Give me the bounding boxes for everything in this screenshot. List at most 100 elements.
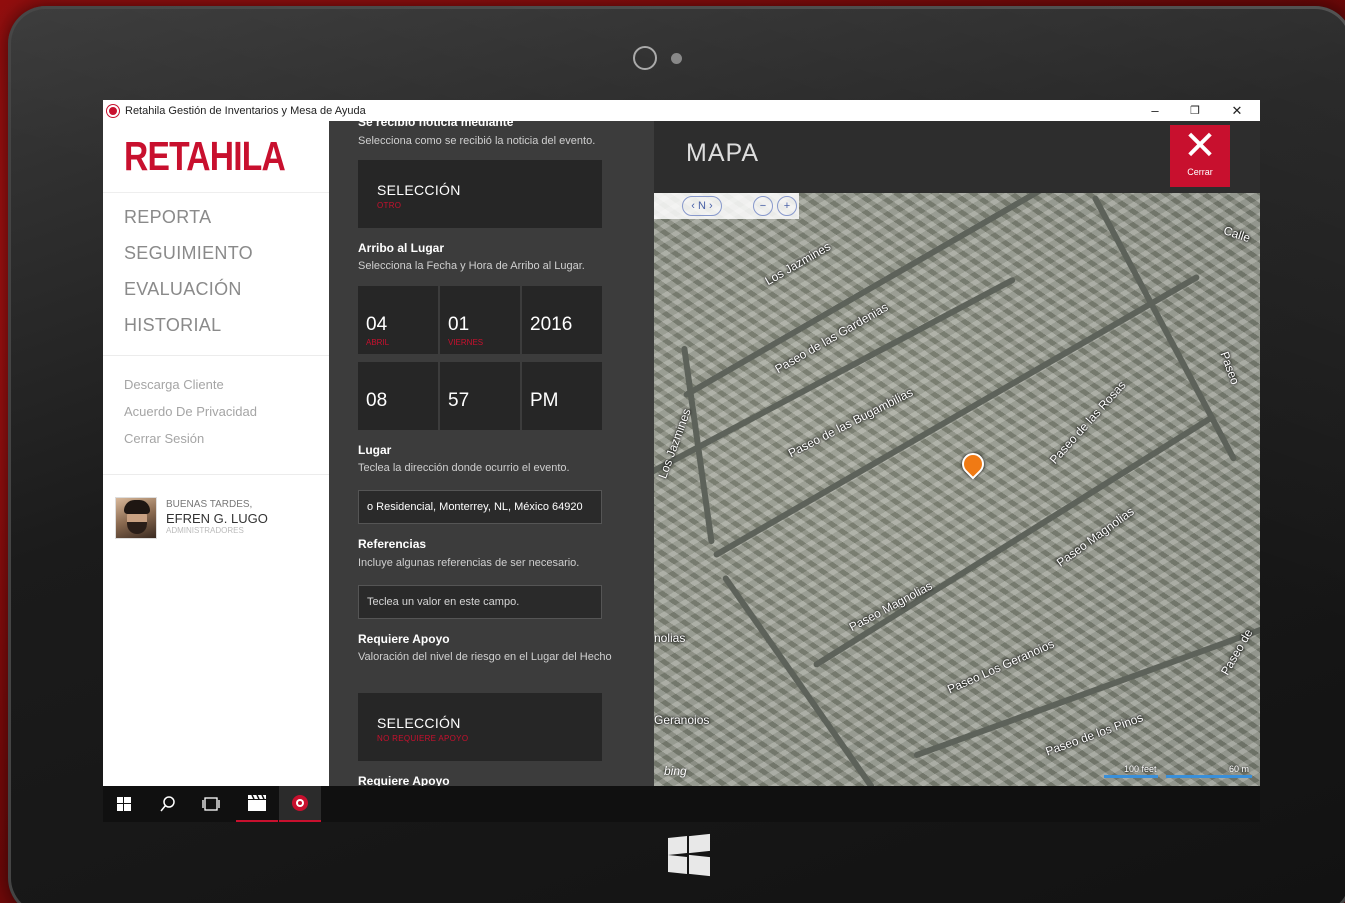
app-icon xyxy=(107,104,119,117)
section-title: Requiere Apoyo xyxy=(358,774,450,786)
street-label: Paseo de las Rosas xyxy=(1046,377,1129,467)
date-value: 01 xyxy=(448,314,470,335)
bing-logo: bing xyxy=(664,764,687,778)
section-description: Incluye algunas referencias de ser neces… xyxy=(358,557,580,569)
month-name: ABRIL xyxy=(366,338,390,347)
section-description: Selecciona la Fecha y Hora de Arribo al … xyxy=(358,260,585,272)
scale-feet-label: 100 feet xyxy=(1124,764,1157,774)
nav-item-evaluacion[interactable]: EVALUACIÓN xyxy=(124,275,253,311)
location-pin-icon[interactable] xyxy=(957,448,989,480)
noticia-select[interactable]: SELECCIÓN OTRO xyxy=(358,160,602,228)
window-title: Retahila Gestión de Inventarios y Mesa d… xyxy=(125,104,366,117)
close-icon: ✕ xyxy=(1183,124,1217,168)
date-picker[interactable]: 01 VIERNES xyxy=(440,286,520,354)
windows-home-button[interactable] xyxy=(668,833,710,877)
clapperboard-icon[interactable] xyxy=(236,786,278,822)
day-value: 04 xyxy=(366,314,388,335)
year-value: 2016 xyxy=(530,314,573,335)
map-panel: MAPA ✕ Cerrar Los Jazmines Paseo de las … xyxy=(654,121,1260,786)
zoom-in-icon[interactable]: + xyxy=(777,196,797,216)
divider xyxy=(103,474,329,475)
map-title: MAPA xyxy=(686,139,759,167)
user-name: EFREN G. LUGO xyxy=(166,511,268,526)
references-input[interactable]: Teclea un valor en este campo. xyxy=(358,585,602,619)
retahila-logo[interactable]: RETAHILA xyxy=(124,133,286,180)
street-label: Los Jazmines xyxy=(655,406,694,481)
user-card[interactable]: BUENAS TARDES, EFREN G. LUGO ADMINISTRAD… xyxy=(115,497,268,539)
street-label: Paseo Magnolias xyxy=(846,578,935,635)
close-label: Cerrar xyxy=(1187,167,1213,177)
windows-icon[interactable] xyxy=(103,786,145,822)
nav-item-reporta[interactable]: REPORTA xyxy=(124,203,253,239)
section-title: Requiere Apoyo xyxy=(358,632,450,646)
map-road xyxy=(812,414,1215,669)
street-label: Paseo de los Pinos xyxy=(1043,710,1145,759)
address-input[interactable]: o Residencial, Monterrey, NL, México 649… xyxy=(358,490,602,524)
ampm-picker[interactable]: PM xyxy=(522,362,602,430)
compass-icon[interactable]: ‹ N › xyxy=(682,196,722,216)
minute-picker[interactable]: 57 xyxy=(440,362,520,430)
minute-value: 57 xyxy=(448,390,470,411)
sidebar-links: Descarga Cliente Acuerdo De Privacidad C… xyxy=(124,375,257,456)
sidebar-header: RETAHILA xyxy=(103,121,329,193)
link-descarga-cliente[interactable]: Descarga Cliente xyxy=(124,375,257,402)
user-greeting: BUENAS TARDES, xyxy=(166,499,253,510)
sidebar: RETAHILA REPORTA SEGUIMIENTO EVALUACIÓN … xyxy=(103,121,329,786)
scale-meters-label: 60 m xyxy=(1229,764,1250,774)
nav-item-historial[interactable]: HISTORIAL xyxy=(124,311,253,347)
close-map-button[interactable]: ✕ Cerrar xyxy=(1170,125,1230,187)
section-description: Selecciona como se recibió la noticia de… xyxy=(358,135,596,147)
ampm-value: PM xyxy=(530,390,559,411)
avatar xyxy=(115,497,157,539)
retahila-app-icon[interactable] xyxy=(279,786,321,822)
section-title: Se recibió noticia mediante xyxy=(358,121,514,129)
window-titlebar: Retahila Gestión de Inventarios y Mesa d… xyxy=(103,100,1260,121)
street-label: Los Jazmines xyxy=(762,239,834,289)
map-road xyxy=(681,345,715,545)
street-label: Paseo Magnolias xyxy=(1053,504,1137,570)
nav-item-seguimiento[interactable]: SEGUIMIENTO xyxy=(124,239,253,275)
search-icon[interactable] xyxy=(147,786,189,822)
hour-value: 08 xyxy=(366,390,388,411)
link-acuerdo-privacidad[interactable]: Acuerdo De Privacidad xyxy=(124,402,257,429)
map-road xyxy=(682,193,1136,399)
section-title: Lugar xyxy=(358,443,392,457)
sidebar-nav: REPORTA SEGUIMIENTO EVALUACIÓN HISTORIAL xyxy=(124,203,253,347)
scale-bar-feet xyxy=(1104,775,1158,778)
support-select[interactable]: SELECCIÓN NO REQUIERE APOYO xyxy=(358,693,602,761)
street-label: Geranoios xyxy=(654,713,710,727)
street-label: Calle xyxy=(1221,223,1253,246)
map-controls: ‹ N › − + xyxy=(654,193,799,219)
select-value: OTRO xyxy=(377,201,402,210)
camera-sensor xyxy=(671,53,682,64)
scale-bar-meters xyxy=(1166,775,1252,778)
close-window-button[interactable]: ✕ xyxy=(1217,100,1257,121)
hour-picker[interactable]: 08 xyxy=(358,362,438,430)
select-value: NO REQUIERE APOYO xyxy=(377,734,469,743)
maximize-button[interactable]: ❐ xyxy=(1175,100,1215,121)
select-label: SELECCIÓN xyxy=(377,182,461,198)
screen: Retahila Gestión de Inventarios y Mesa d… xyxy=(103,100,1260,822)
select-label: SELECCIÓN xyxy=(377,715,461,731)
section-title: Referencias xyxy=(358,537,427,551)
section-title: Arribo al Lugar xyxy=(358,241,445,255)
link-cerrar-sesion[interactable]: Cerrar Sesión xyxy=(124,429,257,456)
weekday-name: VIERNES xyxy=(448,338,484,347)
divider xyxy=(103,355,329,356)
section-description: Valoración del nivel de riesgo en el Lug… xyxy=(358,651,612,663)
street-label: Paseo Los Geranoios xyxy=(945,636,1057,697)
taskview-icon[interactable] xyxy=(190,786,232,822)
satellite-map[interactable]: Los Jazmines Paseo de las Gardenias Pase… xyxy=(654,193,1260,786)
street-label: nolias xyxy=(654,631,686,645)
taskbar xyxy=(103,786,1260,822)
map-road xyxy=(721,574,876,786)
day-picker[interactable]: 04 ABRIL xyxy=(358,286,438,354)
user-role: ADMINISTRADORES xyxy=(166,526,244,535)
street-label: Paseo xyxy=(1217,349,1243,387)
report-form: Se recibió noticia mediante Selecciona c… xyxy=(329,121,654,786)
section-description: Teclea la dirección donde ocurrio el eve… xyxy=(358,462,570,474)
year-picker[interactable]: 2016 xyxy=(522,286,602,354)
camera-ring xyxy=(633,46,657,70)
zoom-out-icon[interactable]: − xyxy=(753,196,773,216)
minimize-button[interactable]: – xyxy=(1135,100,1175,121)
